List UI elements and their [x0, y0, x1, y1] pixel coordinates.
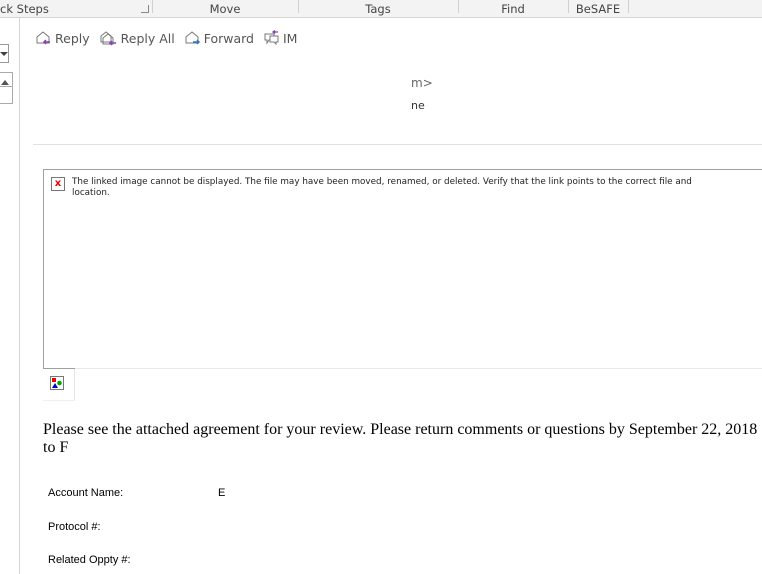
field-label-protocol: Protocol #: [48, 521, 101, 533]
ribbon-group-find: Find [501, 2, 525, 16]
forward-button[interactable]: Forward [185, 30, 254, 46]
scrollbar[interactable] [0, 72, 13, 104]
filter-dropdown[interactable] [0, 44, 9, 63]
dialog-launcher-icon[interactable] [141, 5, 149, 13]
reply-label: Reply [55, 30, 90, 46]
field-value-account-name: E [218, 487, 226, 499]
reply-all-icon [100, 31, 116, 46]
ribbon-group-move: Move [209, 2, 241, 16]
forward-icon [185, 31, 200, 45]
ribbon-group-besafe: BeSAFE [575, 2, 621, 16]
im-icon [264, 30, 279, 46]
reply-all-label: Reply All [120, 30, 175, 46]
recipient-line: ne [411, 99, 425, 112]
sender-address: m> [411, 76, 433, 90]
im-button[interactable]: IM [264, 30, 297, 46]
ribbon-group-tags: Tags [365, 2, 391, 16]
missing-picture-icon [50, 376, 64, 390]
ribbon-group-labels: ck Steps Move Tags Find BeSAFE [0, 0, 762, 18]
email-body-text: Please see the attached agreement for yo… [43, 421, 758, 456]
broken-image-message: The linked image cannot be displayed. Th… [72, 177, 692, 198]
reply-all-button[interactable]: Reply All [100, 30, 175, 46]
scroll-up-icon[interactable] [0, 73, 12, 87]
forward-label: Forward [203, 30, 254, 46]
field-label-account-name: Account Name: [48, 487, 124, 499]
reply-button[interactable]: Reply [36, 30, 90, 46]
image-placeholder-cell [43, 369, 75, 401]
field-label-related-oppty: Related Oppty #: [48, 554, 131, 566]
reply-icon [36, 31, 50, 45]
message-list-pane [0, 18, 20, 574]
ribbon-group-quick-steps: ck Steps [0, 2, 49, 16]
header-divider [33, 144, 762, 145]
broken-image-icon: x [51, 177, 65, 191]
response-actions: Reply Reply All Forward IM [36, 30, 297, 46]
broken-image-placeholder: x The linked image cannot be displayed. … [43, 169, 762, 369]
im-label: IM [283, 30, 298, 46]
